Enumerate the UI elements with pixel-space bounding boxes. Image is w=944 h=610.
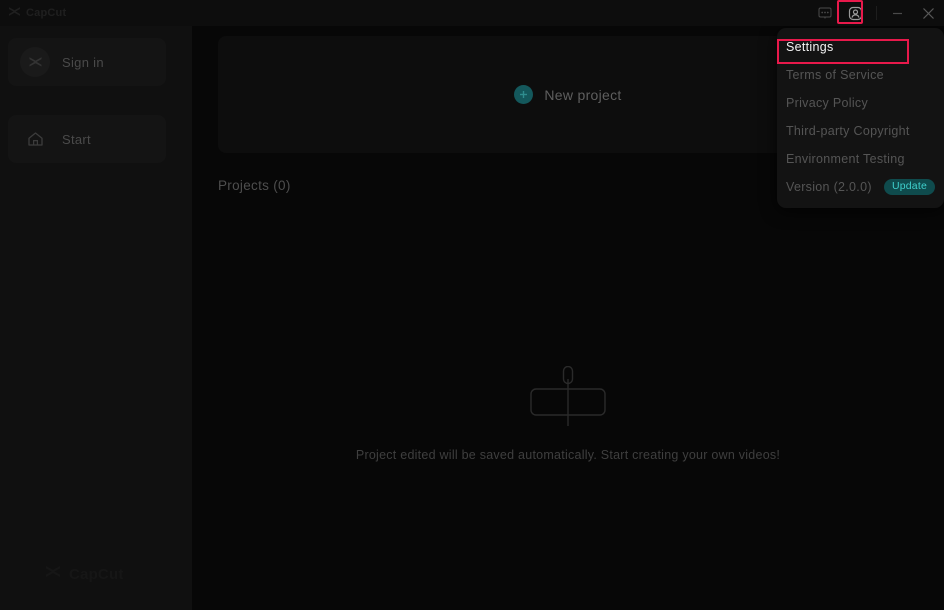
minimize-button[interactable] <box>882 0 913 26</box>
menu-item-version[interactable]: Version (2.0.0) Update <box>777 173 944 201</box>
sidebar-item-start[interactable]: Start <box>8 115 166 163</box>
app-title: CapCut <box>26 7 67 19</box>
capcut-watermark: CapCut <box>44 564 124 584</box>
capcut-avatar-icon <box>20 47 50 77</box>
settings-dropdown-menu: Settings Terms of Service Privacy Policy… <box>777 28 944 208</box>
new-project-label: New project <box>544 86 622 103</box>
titlebar: CapCut <box>0 0 944 26</box>
menu-item-terms-of-service[interactable]: Terms of Service <box>777 61 944 89</box>
menu-item-label: Terms of Service <box>786 68 884 82</box>
sidebar-item-sign-in[interactable]: Sign in <box>8 38 166 86</box>
capcut-watermark-text: CapCut <box>69 565 124 583</box>
menu-item-label: Settings <box>786 40 834 54</box>
plus-circle-icon <box>514 85 534 104</box>
app-logo: CapCut <box>8 4 66 22</box>
menu-item-label: Privacy Policy <box>786 96 868 110</box>
message-bubble-icon[interactable] <box>812 2 838 24</box>
sidebar: Sign in Start CapCut <box>0 26 192 610</box>
capcut-window: CapCut Sign in Start CapCut New project … <box>0 0 944 610</box>
menu-item-third-party-copyright[interactable]: Third-party Copyright <box>777 117 944 145</box>
capcut-logo-icon <box>8 4 21 22</box>
sidebar-item-label: Start <box>62 131 91 147</box>
menu-item-label: Third-party Copyright <box>786 124 910 138</box>
projects-heading: Projects (0) <box>218 178 291 193</box>
window-controls <box>812 0 944 26</box>
menu-item-environment-testing[interactable]: Environment Testing <box>777 145 944 173</box>
sidebar-item-label: Sign in <box>62 54 104 70</box>
empty-state: Project edited will be saved automatical… <box>192 366 944 462</box>
menu-item-label: Environment Testing <box>786 152 905 166</box>
empty-state-text: Project edited will be saved automatical… <box>355 448 781 462</box>
menu-item-label: Version (2.0.0) <box>786 180 872 194</box>
home-icon <box>20 124 50 154</box>
capcut-watermark-icon <box>44 564 62 584</box>
menu-item-settings[interactable]: Settings <box>777 33 944 64</box>
titlebar-divider <box>876 6 877 20</box>
timeline-clip-icon <box>192 366 944 430</box>
update-badge[interactable]: Update <box>883 179 935 195</box>
close-button[interactable] <box>913 0 944 26</box>
menu-item-privacy-policy[interactable]: Privacy Policy <box>777 89 944 117</box>
account-avatar-icon[interactable] <box>837 0 868 24</box>
